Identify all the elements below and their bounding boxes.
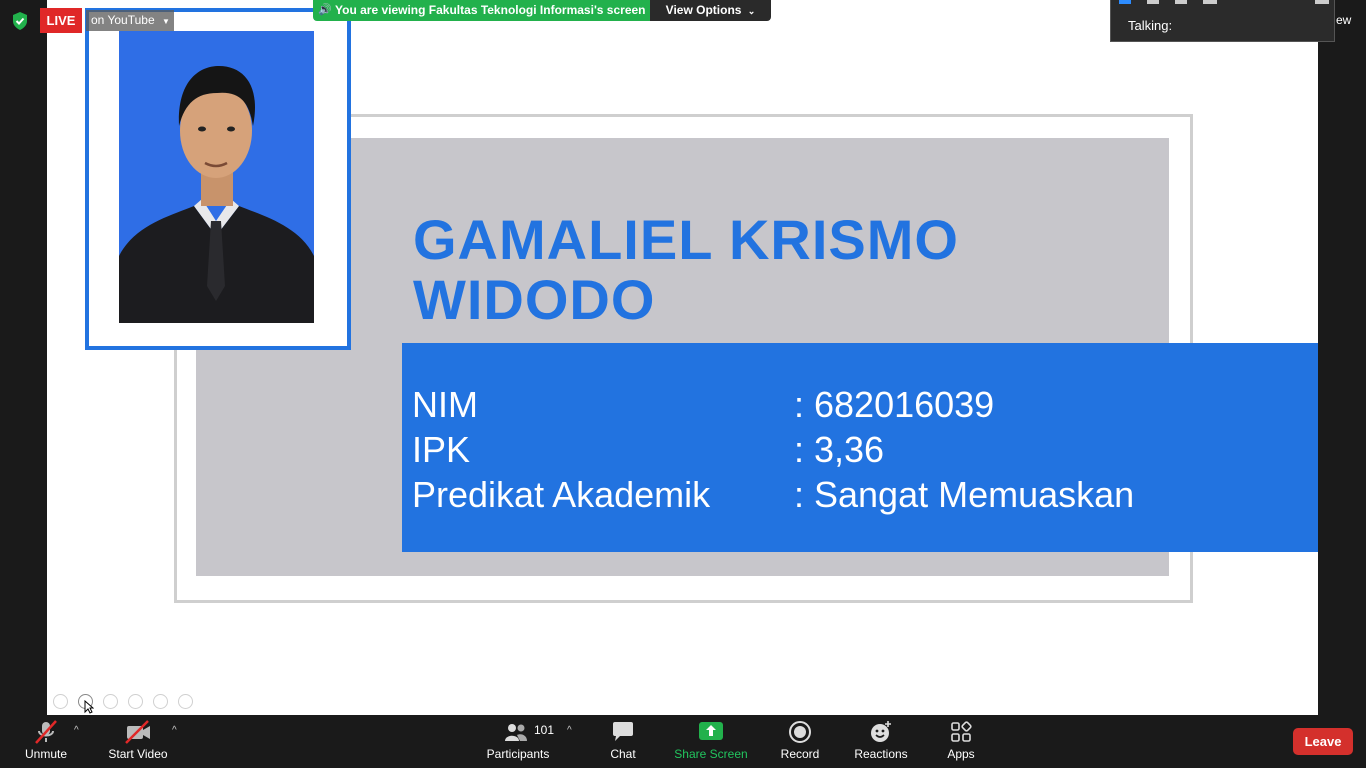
caret-down-icon: ▼ (161, 17, 170, 26)
talking-panel: Talking: (1110, 0, 1335, 42)
unmute-button[interactable]: Unmute (22, 719, 70, 761)
microphone-muted-icon (35, 720, 57, 744)
annotate-zoom-icon[interactable] (153, 694, 168, 709)
share-screen-icon (699, 722, 723, 740)
chat-button[interactable]: Chat (603, 719, 643, 761)
chevron-down-icon: ⌄ (747, 6, 756, 16)
chat-label: Chat (610, 747, 636, 761)
participants-count: 101 (534, 723, 555, 737)
layout-gallery-icon[interactable] (1147, 0, 1159, 4)
meeting-toolbar: Unmute ^ Start Video ^ 101 Participants … (0, 715, 1366, 768)
audio-options-caret-icon[interactable]: ^ (74, 725, 79, 736)
fullscreen-icon[interactable] (1315, 0, 1329, 4)
banner-text: You are viewing Fakultas Teknologi Infor… (335, 3, 646, 17)
annotate-more-icon[interactable] (178, 694, 193, 709)
apps-label: Apps (947, 747, 975, 761)
security-shield-icon[interactable] (12, 12, 28, 30)
name-line-2: WIDODO (413, 268, 656, 331)
reactions-label: Reactions (854, 747, 908, 761)
info-value: : 3,36 (794, 429, 885, 470)
share-screen-label: Share Screen (674, 747, 748, 761)
info-value: : Sangat Memuaskan (794, 474, 1135, 515)
apps-button[interactable]: Apps (944, 719, 978, 761)
student-info-box: NIM : 682016039 IPK : 3,36 Predikat Akad… (402, 343, 1318, 552)
unmute-label: Unmute (24, 747, 68, 761)
start-video-label: Start Video (108, 747, 168, 761)
info-row-ipk: IPK : 3,36 (412, 429, 884, 470)
start-video-button[interactable]: Start Video (106, 719, 170, 761)
info-label: NIM (412, 384, 478, 425)
video-options-caret-icon[interactable]: ^ (172, 725, 177, 736)
view-layout-icons[interactable] (1119, 0, 1229, 5)
apps-icon (951, 721, 972, 742)
info-row-predikat: Predikat Akademik : Sangat Memuaskan (412, 474, 1134, 515)
layout-strip-icon[interactable] (1175, 0, 1187, 4)
share-screen-button[interactable]: Share Screen (674, 719, 748, 761)
live-badge[interactable]: LIVE (40, 8, 82, 33)
speaker-icon: 🔊 (318, 4, 332, 16)
participants-caret-icon[interactable]: ^ (567, 725, 572, 736)
student-name: GAMALIEL KRISMO WIDODO (413, 210, 959, 330)
annotate-draw-icon[interactable] (103, 694, 118, 709)
viewing-screen-banner: 🔊 You are viewing Fakultas Teknologi Inf… (313, 0, 650, 21)
participants-button[interactable]: 101 Participants (485, 719, 555, 761)
layout-grid-icon[interactable] (1203, 0, 1217, 4)
chat-icon (613, 722, 633, 741)
annotate-copy-icon[interactable] (128, 694, 143, 709)
smiley-icon (871, 721, 891, 742)
participants-icon (505, 724, 527, 741)
youtube-label: on YouTube (91, 13, 155, 27)
annotate-back-icon[interactable] (53, 694, 68, 709)
participants-label: Participants (486, 747, 550, 761)
record-icon (789, 721, 811, 743)
name-line-1: GAMALIEL KRISMO (413, 208, 959, 271)
record-label: Record (780, 747, 820, 761)
leave-button[interactable]: Leave (1293, 728, 1353, 755)
student-photo (119, 31, 314, 323)
video-off-icon (125, 720, 150, 744)
reactions-button[interactable]: Reactions (853, 719, 909, 761)
view-label-partial[interactable]: ew (1336, 13, 1351, 27)
info-row-nim: NIM : 682016039 (412, 384, 994, 425)
info-label: Predikat Akademik (412, 474, 711, 515)
view-options-button[interactable]: View Options ⌄ (650, 0, 771, 21)
info-value: : 682016039 (794, 384, 995, 425)
record-button[interactable]: Record (778, 719, 822, 761)
view-options-label: View Options (665, 3, 742, 17)
info-label: IPK (412, 429, 471, 470)
layout-speaker-icon[interactable] (1119, 0, 1131, 4)
talking-label: Talking: (1128, 18, 1173, 33)
youtube-stream-dropdown[interactable]: on YouTube ▼ (86, 10, 174, 31)
